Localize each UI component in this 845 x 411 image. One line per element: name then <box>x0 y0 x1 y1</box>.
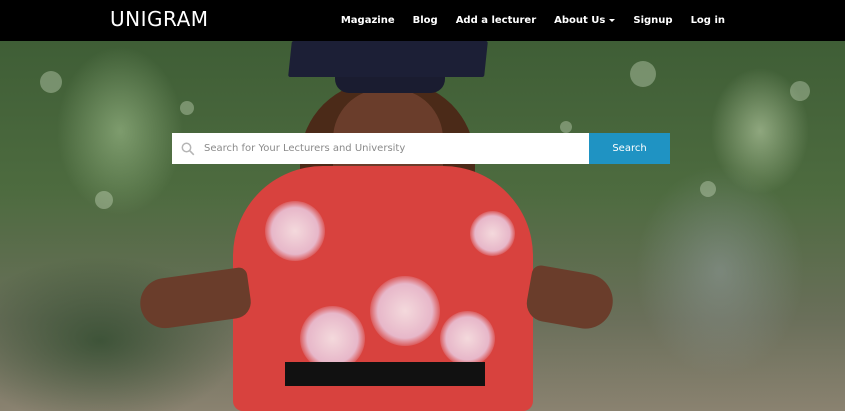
dress-flower <box>370 276 440 346</box>
search-input[interactable] <box>204 133 589 164</box>
brand-logo[interactable]: UNIGRAM <box>110 7 209 31</box>
photo-belt <box>285 362 485 386</box>
dress-flower <box>265 201 325 261</box>
nav-link-login[interactable]: Log in <box>682 15 734 26</box>
dress-flower <box>440 311 495 366</box>
nav-link-about-us-label: About Us <box>554 15 606 26</box>
search-icon <box>172 133 204 164</box>
photo-right-arm <box>523 264 618 333</box>
graduation-cap <box>288 41 488 77</box>
caret-down-icon <box>609 19 616 22</box>
nav-link-signup[interactable]: Signup <box>624 15 681 26</box>
nav-link-add-lecturer[interactable]: Add a lecturer <box>447 15 545 26</box>
search-bar: Search <box>172 133 670 164</box>
search-button[interactable]: Search <box>589 133 670 164</box>
nav-link-about-us[interactable]: About Us <box>545 15 624 26</box>
nav-link-blog[interactable]: Blog <box>404 15 447 26</box>
navbar: UNIGRAM Magazine Blog Add a lecturer Abo… <box>0 0 845 41</box>
hero-photo-graduate <box>0 41 845 411</box>
dress-flower <box>470 211 515 256</box>
search-box <box>172 133 589 164</box>
nav-link-magazine[interactable]: Magazine <box>332 15 404 26</box>
nav-links: Magazine Blog Add a lecturer About Us Si… <box>332 0 734 41</box>
hero-banner: Search <box>0 41 845 411</box>
